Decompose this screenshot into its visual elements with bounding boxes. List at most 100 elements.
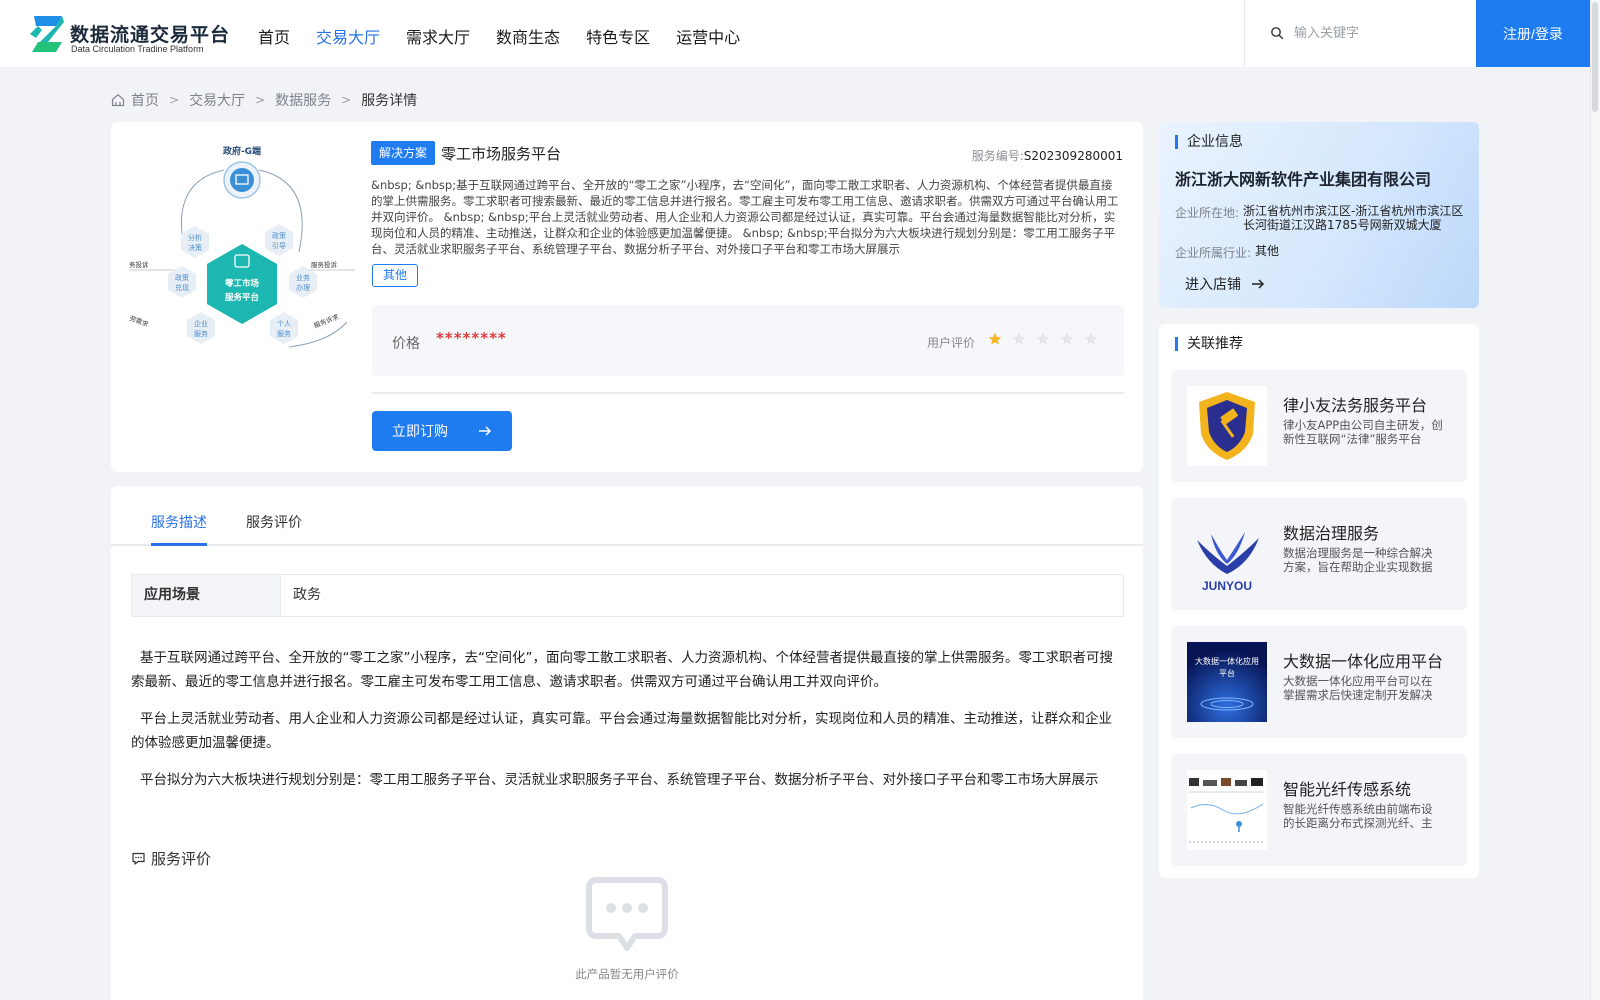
search-input[interactable] xyxy=(1294,22,1454,44)
menu-item-ecosystem[interactable]: 数商生态 xyxy=(496,24,560,48)
recommend-item[interactable]: 大数据一体化应用平台 大数据一体化应用平台 大数据一体化应用平台可以在掌握需求后… xyxy=(1171,626,1467,738)
top-nav: 数据流通交易平台 Data Circulation Tradine Platfo… xyxy=(0,0,1600,67)
category-tag[interactable]: 其他 xyxy=(372,264,419,287)
company-section-title: 企业信息 xyxy=(1175,135,1243,149)
breadcrumb-home[interactable]: 首页 xyxy=(131,90,159,110)
page-scrollbar-thumb[interactable] xyxy=(1592,2,1598,112)
service-title: 零工市场服务平台 xyxy=(441,145,562,163)
service-cover-image: 政府-G端 零工市场 服务平台 分析 决策 政策 引导 政策 兑现 业务 办理 … xyxy=(129,145,355,348)
recommend-item[interactable]: 律小友法务服务平台 律小友APP由公司自主研发，创新性互联网“法律”服务平台 xyxy=(1171,370,1467,482)
evaluation-title: 服务评价 xyxy=(151,850,212,868)
login-register-button[interactable]: 注册/登录 xyxy=(1476,0,1590,67)
scene-label: 应用场景 xyxy=(132,575,281,616)
svg-text:政策: 政策 xyxy=(175,273,189,282)
price-value: ******** xyxy=(436,329,507,347)
subscribe-button-label: 立即订购 xyxy=(392,423,448,439)
chevron-right-icon: > xyxy=(341,93,352,107)
recommend-item-desc: 大数据一体化应用平台可以在掌握需求后快速定制开发解决方案 xyxy=(1283,674,1433,702)
star-icon xyxy=(988,332,1002,345)
page-scrollbar[interactable] xyxy=(1590,0,1600,1000)
chevron-right-icon: > xyxy=(255,93,266,107)
recommend-item-desc: 律小友APP由公司自主研发，创新性互联网“法律”服务平台 xyxy=(1283,418,1443,446)
empty-comment-icon xyxy=(586,877,668,951)
svg-text:办理: 办理 xyxy=(296,283,310,292)
menu-item-trading-hall[interactable]: 交易大厅 xyxy=(316,24,380,48)
arrow-right-icon xyxy=(1252,279,1265,289)
recommend-item-desc: 智能光纤传感系统由前端布设的长距离分布式探测光纤、主机组成 xyxy=(1283,802,1433,830)
solution-tag: 解决方案 xyxy=(371,141,436,165)
application-scene-table: 应用场景 政务 xyxy=(131,574,1124,617)
svg-text:政策: 政策 xyxy=(272,231,286,240)
svg-text:个人: 个人 xyxy=(277,320,291,328)
menu-item-operation-center[interactable]: 运营中心 xyxy=(676,24,740,48)
menu-item-home[interactable]: 首页 xyxy=(258,24,290,48)
star-icon xyxy=(1084,332,1098,345)
diagram-center-line2: 服务平台 xyxy=(225,292,260,303)
price-label: 价格 xyxy=(392,336,420,352)
thumbnail-text: 大数据一体化应用平台 xyxy=(1195,657,1259,678)
recommend-thumbnail xyxy=(1187,770,1267,850)
svg-text:引导: 引导 xyxy=(272,241,286,250)
service-detail-card: 服务描述 服务评价 应用场景 政务 基于互联网通过跨平台、全开放的“零工之家”小… xyxy=(111,486,1143,1000)
logo-mark-icon xyxy=(30,16,64,52)
star-icon xyxy=(1036,332,1050,345)
tab-service-evaluation[interactable]: 服务评价 xyxy=(246,512,302,532)
rating-stars xyxy=(988,332,1108,346)
breadcrumb-trading-hall[interactable]: 交易大厅 xyxy=(189,90,245,110)
active-tab-indicator xyxy=(151,543,207,546)
service-number-value: S202309280001 xyxy=(1023,149,1123,163)
related-recommend-card: 关联推荐 律小友法务服务平台 律小友APP由公司自主研发，创新性互联网“法律”服… xyxy=(1159,324,1479,878)
recommend-item-name: 律小友法务服务平台 xyxy=(1283,396,1428,415)
description-paragraph: 基于互联网通过跨平台、全开放的“零工之家”小程序，去“空间化”，面向零工散工求职… xyxy=(131,650,1113,690)
search-icon[interactable] xyxy=(1270,26,1284,40)
description-paragraph: 平台上灵活就业劳动者、用人企业和人力资源公司都是经过认证，真实可靠。平台会通过海… xyxy=(131,711,1112,751)
service-brief-description: &nbsp; &nbsp;基于互联网通过跨平台、全开放的“零工之家”小程序，去“… xyxy=(371,178,1119,256)
detail-tabs: 服务描述 服务评价 xyxy=(111,486,1143,546)
svg-text:服务投诉: 服务投诉 xyxy=(311,260,338,269)
menu-item-special-zone[interactable]: 特色专区 xyxy=(586,24,650,48)
recommend-thumbnail: JUNYOU xyxy=(1187,514,1267,594)
recommend-item[interactable]: 智能光纤传感系统 智能光纤传感系统由前端布设的长距离分布式探测光纤、主机组成 xyxy=(1171,754,1467,866)
svg-text:决策: 决策 xyxy=(188,243,202,252)
recommend-item[interactable]: JUNYOU 数据治理服务 数据治理服务是一种综合解决方案，旨在帮助企业实现数据… xyxy=(1171,498,1467,610)
breadcrumb: 首页 > 交易大厅 > 数据服务 > 服务详情 xyxy=(111,90,417,110)
svg-text:服务: 服务 xyxy=(194,329,208,338)
diagram-center-line1: 零工市场 xyxy=(224,278,260,289)
rating-label: 用户评价 xyxy=(927,336,976,350)
svg-text:务投诉: 务投诉 xyxy=(129,260,149,269)
evaluation-section-title: 服务评价 xyxy=(131,848,211,869)
svg-text:企业: 企业 xyxy=(194,319,208,328)
subscribe-button[interactable]: 立即订购 xyxy=(372,411,512,451)
star-icon xyxy=(1060,332,1074,345)
tab-service-description[interactable]: 服务描述 xyxy=(151,512,207,532)
recommend-item-desc: 数据治理服务是一种综合解决方案，旨在帮助企业实现数据资产的有效管理 xyxy=(1283,546,1433,574)
logo-title: 数据流通交易平台 xyxy=(70,24,231,46)
description-paragraph: 平台拟分为六大板块进行规划分别是：零工用工服务子平台、灵活就业求职服务子平台、系… xyxy=(140,772,1099,788)
industry-value: 其他 xyxy=(1255,244,1280,258)
logo-subtitle: Data Circulation Tradine Platform xyxy=(71,44,204,54)
logo[interactable]: 数据流通交易平台 Data Circulation Tradine Platfo… xyxy=(28,12,231,56)
company-industry-row: 企业所属行业: 其他 xyxy=(1175,244,1465,272)
company-info-card: 企业信息 浙江浙大网新软件产业集团有限公司 企业所在地: 浙江省杭州市滨江区-浙… xyxy=(1159,122,1479,308)
service-number-label: 服务编号: xyxy=(971,149,1024,163)
company-location-row: 企业所在地: 浙江省杭州市滨江区-浙江省杭州市滨江区长河街道江汉路1785号网新… xyxy=(1175,204,1465,232)
location-value: 浙江省杭州市滨江区-浙江省杭州市滨江区长河街道江汉路1785号网新双城大厦 xyxy=(1243,204,1464,232)
scene-value: 政务 xyxy=(293,587,321,603)
location-label: 企业所在地: xyxy=(1175,206,1240,220)
enter-shop-label: 进入店铺 xyxy=(1185,277,1241,293)
divider xyxy=(372,392,1124,394)
nav-divider xyxy=(1244,0,1245,67)
enter-shop-link[interactable]: 进入店铺 xyxy=(1185,274,1265,294)
home-icon xyxy=(111,94,125,107)
breadcrumb-data-service[interactable]: 数据服务 xyxy=(275,90,331,110)
recommend-thumbnail: 大数据一体化应用平台 xyxy=(1187,642,1267,722)
svg-text:劳需求: 劳需求 xyxy=(129,313,150,328)
svg-text:服务: 服务 xyxy=(277,329,291,338)
recommend-item-name: 智能光纤传感系统 xyxy=(1283,780,1412,799)
svg-text:业务: 业务 xyxy=(296,273,310,282)
menu-item-demand-hall[interactable]: 需求大厅 xyxy=(406,24,470,48)
recommend-item-name: 大数据一体化应用平台 xyxy=(1283,652,1444,671)
big-data-platform-thumbnail: 大数据一体化应用平台 xyxy=(1187,642,1267,722)
recommend-section-title: 关联推荐 xyxy=(1175,337,1243,351)
breadcrumb-current: 服务详情 xyxy=(361,93,418,109)
